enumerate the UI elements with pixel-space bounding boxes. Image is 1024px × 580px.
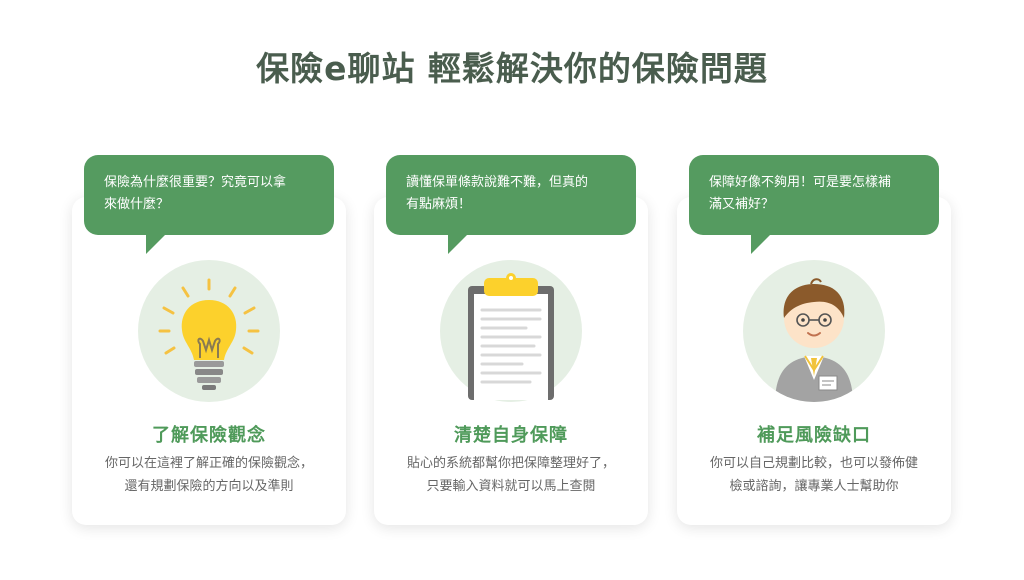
advisor-icon [743, 260, 885, 402]
bubble-text-line: 保險為什麼很重要？究竟可以拿 [104, 175, 287, 190]
card-title: 了解保險觀念 [152, 425, 266, 446]
speech-bubble: 讀懂保單條款說難不難，但真的 有點麻煩！ [386, 155, 636, 254]
bubble-text-line: 滿又補好？ [709, 197, 775, 212]
card-description: 貼心的系統都幫你把保障整理好了， 只要輸入資料就可以馬上查閱 [374, 452, 648, 498]
page-title: 保險e聊站 輕鬆解決你的保險問題 [256, 49, 768, 88]
card-title: 補足風險缺口 [757, 425, 871, 446]
desc-line: 你可以在這裡了解正確的保險觀念， [104, 456, 313, 471]
desc-line: 只要輸入資料就可以馬上查閱 [426, 479, 596, 494]
desc-line: 還有規劃保險的方向以及準則 [124, 479, 294, 494]
desc-line: 貼心的系統都幫你把保障整理好了， [406, 456, 615, 471]
card-title: 清楚自身保障 [454, 425, 568, 446]
clipboard-icon [440, 260, 582, 402]
desc-line: 你可以自己規劃比較，也可以發佈健 [709, 456, 918, 471]
card-description: 你可以自己規劃比較，也可以發佈健 檢或諮詢，讓專業人士幫助你 [677, 452, 951, 498]
speech-bubble: 保險為什麼很重要？究竟可以拿 來做什麼？ [84, 155, 334, 254]
bubble-text-line: 有點麻煩！ [406, 197, 472, 212]
bubble-text-line: 保障好像不夠用！可是要怎樣補 [709, 175, 892, 190]
speech-bubble: 保障好像不夠用！可是要怎樣補 滿又補好？ [689, 155, 939, 254]
bubble-text-line: 讀懂保單條款說難不難，但真的 [406, 175, 589, 190]
card-description: 你可以在這裡了解正確的保險觀念， 還有規劃保險的方向以及準則 [72, 452, 346, 498]
bubble-text-line: 來做什麼？ [104, 197, 170, 212]
desc-line: 檢或諮詢，讓專業人士幫助你 [729, 479, 899, 494]
lightbulb-icon [138, 260, 280, 402]
